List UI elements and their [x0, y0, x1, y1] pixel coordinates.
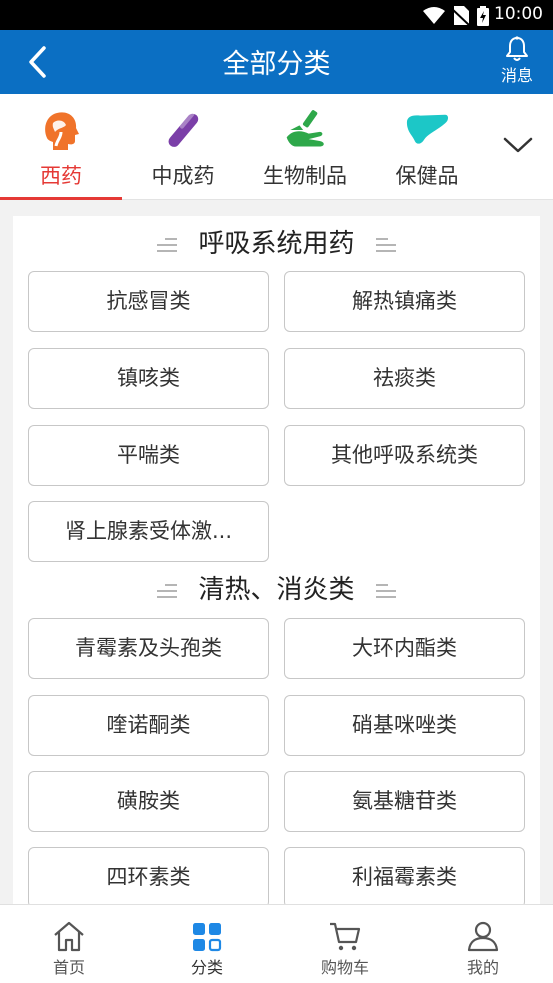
wifi-icon: [423, 7, 445, 24]
tab-label: 生物制品: [263, 164, 347, 188]
subcategory-button[interactable]: 其他呼吸系统类: [284, 425, 525, 486]
clock: 10:00: [494, 4, 543, 24]
decor-lines-icon: [375, 583, 396, 598]
no-sim-icon: [451, 6, 469, 25]
messages-button[interactable]: 消息: [497, 34, 537, 90]
section-header: 呼吸系统用药: [13, 222, 540, 266]
decor-lines-icon: [375, 237, 396, 252]
head-icon: [45, 112, 79, 150]
subcategory-button[interactable]: 祛痰类: [284, 348, 525, 409]
subcategory-button[interactable]: 平喘类: [28, 425, 269, 486]
hand-syringe-icon: [286, 110, 324, 147]
nav-label: 分类: [190, 958, 223, 977]
section-title: 呼吸系统用药: [198, 229, 355, 259]
tab-biologics[interactable]: 生物制品: [244, 94, 366, 200]
subcategory-button[interactable]: 青霉素及头孢类: [28, 618, 269, 679]
nav-category[interactable]: 分类: [138, 905, 276, 983]
subcategory-button[interactable]: 磺胺类: [28, 771, 269, 832]
section-title: 清热、消炎类: [198, 575, 355, 605]
subcategory-button[interactable]: 抗感冒类: [28, 271, 269, 332]
subcategory-button[interactable]: 大环内酯类: [284, 618, 525, 679]
subcategory-button[interactable]: 硝基咪唑类: [284, 695, 525, 756]
section-header: 清热、消炎类: [13, 568, 540, 612]
user-icon: [467, 921, 499, 952]
subcategory-button[interactable]: 喹诺酮类: [28, 695, 269, 756]
tab-label: 保健品: [395, 164, 459, 188]
page-title: 全部分类: [222, 49, 331, 80]
cart-icon: [330, 922, 361, 951]
tab-western-medicine[interactable]: 西药: [0, 94, 122, 200]
bell-icon: [506, 36, 528, 61]
subcategory-button[interactable]: 解热镇痛类: [284, 271, 525, 332]
app-header: 全部分类 消息: [0, 30, 553, 94]
tab-chinese-patent-medicine[interactable]: 中成药: [122, 94, 244, 200]
subcategory-button[interactable]: 镇咳类: [28, 348, 269, 409]
subcategory-button[interactable]: 氨基糖苷类: [284, 771, 525, 832]
tab-label: 西药: [40, 164, 82, 188]
subcategory-button[interactable]: 四环素类: [28, 847, 269, 906]
messages-label: 消息: [500, 66, 533, 85]
subcategory-button[interactable]: 利福霉素类: [284, 847, 525, 906]
liver-icon: [406, 114, 449, 144]
category-tabs: 西药 中成药 生物制品 保健品: [0, 94, 553, 200]
nav-mine[interactable]: 我的: [414, 905, 552, 983]
tab-label: 中成药: [151, 164, 215, 188]
nav-label: 首页: [52, 958, 85, 977]
expand-categories-button[interactable]: [501, 130, 535, 160]
decor-lines-icon: [157, 237, 178, 252]
subcategory-panel: 呼吸系统用药 抗感冒类 解热镇痛类 镇咳类 祛痰类 平喘类 其他呼吸系统类 肾上…: [13, 216, 540, 906]
subcategory-button[interactable]: 肾上腺素受体激...: [28, 501, 269, 562]
chevron-down-icon: [503, 137, 533, 153]
battery-charging-icon: [477, 6, 489, 26]
capsule-icon: [168, 112, 199, 147]
nav-label: 购物车: [320, 958, 369, 977]
status-bar: 10:00: [0, 0, 553, 30]
nav-cart[interactable]: 购物车: [276, 905, 414, 983]
decor-lines-icon: [157, 583, 178, 598]
home-icon: [54, 921, 84, 952]
category-grid-icon: [193, 923, 222, 952]
bottom-navigation: 首页 分类 购物车 我的: [0, 904, 553, 983]
tab-health-products[interactable]: 保健品: [366, 94, 488, 200]
nav-label: 我的: [466, 958, 499, 977]
nav-home[interactable]: 首页: [0, 905, 138, 983]
active-tab-indicator: [0, 197, 122, 200]
